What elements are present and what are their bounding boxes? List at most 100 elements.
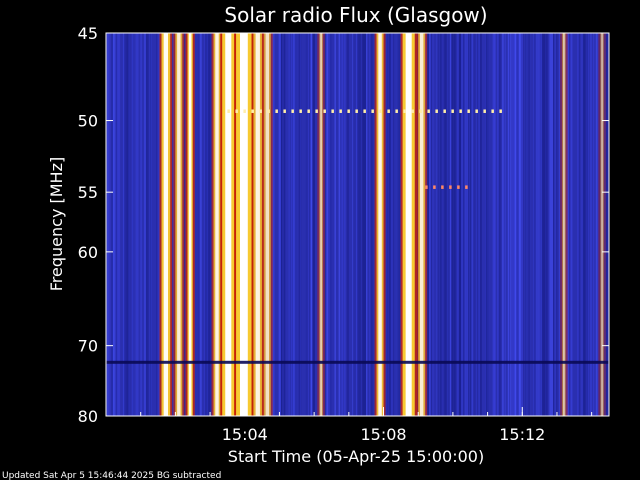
burst-core <box>320 33 322 416</box>
burst-core <box>177 33 181 416</box>
noise-streak <box>533 33 534 416</box>
interference-dot <box>339 109 342 113</box>
noise-streak <box>386 33 388 416</box>
noise-streak <box>357 33 358 416</box>
noise-streak <box>443 33 446 416</box>
noise-streak <box>518 33 521 416</box>
noise-streak <box>283 33 286 416</box>
noise-streak <box>528 33 530 416</box>
noise-streak <box>115 33 117 416</box>
noise-streak <box>204 33 205 416</box>
noise-streak <box>451 33 454 416</box>
noise-streak <box>595 33 598 416</box>
x-tick-label: 15:12 <box>499 425 545 444</box>
noise-streak <box>324 33 327 416</box>
noise-streak <box>507 33 510 416</box>
burst-core <box>601 33 603 416</box>
noise-streak <box>502 33 504 416</box>
interference-dot <box>283 109 286 113</box>
noise-streak <box>587 33 588 416</box>
noise-streak <box>509 33 512 416</box>
y-tick-label: 70 <box>78 337 98 356</box>
y-tick-label: 45 <box>78 24 98 43</box>
noise-streak <box>393 33 395 416</box>
noise-streak <box>542 33 545 416</box>
interference-dot <box>275 109 278 113</box>
interference-dot <box>227 109 230 113</box>
y-axis-label: Frequency [MHz] <box>47 157 66 291</box>
noise-streak <box>558 33 560 416</box>
noise-streak <box>389 33 391 416</box>
y-tick-label: 50 <box>78 112 98 131</box>
noise-streak <box>469 33 472 416</box>
interference-dot <box>451 109 454 113</box>
noise-streak <box>344 33 346 416</box>
noise-streak <box>387 33 389 416</box>
noise-streak <box>557 33 559 416</box>
interference-dot <box>443 109 446 113</box>
burst-core <box>255 33 260 416</box>
noise-streak <box>463 33 465 416</box>
noise-streak <box>515 33 517 416</box>
interference-dot <box>459 109 462 113</box>
interference-dot <box>435 109 438 113</box>
noise-streak <box>461 33 464 416</box>
noise-streak <box>521 33 524 416</box>
noise-streak <box>116 33 118 416</box>
noise-streak <box>144 33 146 416</box>
noise-streak <box>150 33 152 416</box>
interference-dot <box>457 185 460 189</box>
interference-dot <box>483 109 486 113</box>
noise-streak <box>588 33 589 416</box>
noise-streak <box>341 33 344 416</box>
noise-streak <box>291 33 293 416</box>
noise-streak <box>466 33 468 416</box>
noise-streak <box>534 33 536 416</box>
interference-dot <box>449 185 452 189</box>
noise-streak <box>288 33 291 416</box>
noise-streak <box>370 33 373 416</box>
noise-streak <box>313 33 315 416</box>
burst-core <box>163 33 169 416</box>
noise-streak <box>352 33 353 416</box>
interference-dot <box>307 109 310 113</box>
chart-title: Solar radio Flux (Glasgow) <box>224 3 487 27</box>
noise-streak <box>299 33 301 416</box>
footer-status: Updated Sat Apr 5 15:46:44 2025 BG subtr… <box>2 471 221 480</box>
noise-streak <box>440 33 442 416</box>
interference-dot <box>251 109 254 113</box>
noise-streak <box>199 33 202 416</box>
interference-dot <box>299 109 302 113</box>
interference-dot <box>467 109 470 113</box>
interference-dot <box>387 109 390 113</box>
noise-streak <box>468 33 469 416</box>
noise-streak <box>363 33 366 416</box>
noise-streak <box>570 33 573 416</box>
noise-streak <box>334 33 336 416</box>
noise-streak <box>512 33 515 416</box>
noise-streak <box>606 33 609 416</box>
noise-streak <box>396 33 399 416</box>
noise-streak <box>569 33 570 416</box>
interference-dot <box>395 109 398 113</box>
noise-streak <box>109 33 110 416</box>
noise-streak <box>368 33 370 416</box>
noise-streak <box>479 33 482 416</box>
noise-streak <box>432 33 434 416</box>
noise-streak <box>390 33 393 416</box>
y-tick-label: 55 <box>78 183 98 202</box>
interference-dot <box>427 109 430 113</box>
interference-dot <box>363 109 366 113</box>
burst-core <box>405 33 412 416</box>
noise-streak <box>429 33 431 416</box>
interference-dot <box>331 109 334 113</box>
noise-streak <box>427 33 430 416</box>
noise-streak <box>131 33 133 416</box>
interference-dot <box>371 109 374 113</box>
interference-dot <box>259 109 262 113</box>
noise-streak <box>471 33 473 416</box>
noise-streak <box>310 33 313 416</box>
noise-streak <box>476 33 479 416</box>
interference-dot <box>499 109 502 113</box>
interference-dot <box>411 109 414 113</box>
